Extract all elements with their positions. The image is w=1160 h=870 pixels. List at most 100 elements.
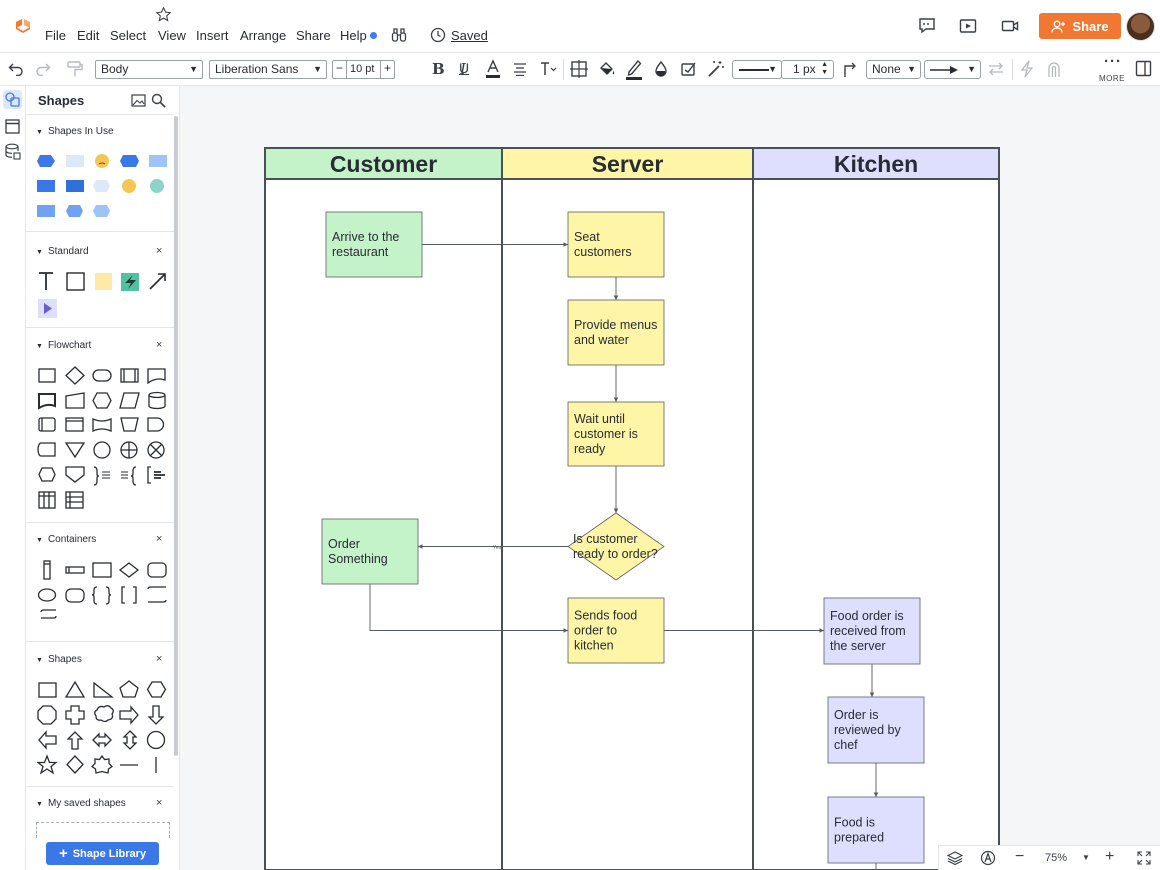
format-toolbar: Body ▼ Liberation Sans ▼ − 10 pt + B I U — [0, 52, 1160, 86]
section-header-my-saved-shapes[interactable]: ▼ My saved shapes — [36, 798, 126, 809]
process-node-wait[interactable]: Wait untilcustomer isready — [567, 401, 665, 467]
shapes-panel-icon[interactable] — [3, 90, 22, 109]
menu-arrange[interactable]: Arrange — [240, 28, 286, 43]
saved-shapes-dropzone[interactable] — [36, 822, 170, 838]
decrease-font-icon[interactable]: − — [336, 60, 343, 77]
increase-font-icon[interactable]: + — [384, 60, 391, 77]
font-size-stepper[interactable]: − 10 pt + — [332, 60, 395, 79]
app-logo-icon[interactable] — [13, 16, 33, 36]
process-node-prepared[interactable]: Food isprepared — [827, 796, 925, 864]
node-text-line: and water — [574, 333, 629, 347]
section-header-containers[interactable]: ▼ Containers — [36, 534, 96, 545]
more-dots-icon[interactable]: ··· — [1104, 53, 1122, 70]
text-color-icon[interactable] — [485, 59, 501, 79]
magic-wand-icon[interactable] — [706, 59, 726, 79]
chevron-down-icon: ▼ — [907, 64, 916, 74]
section-header-standard[interactable]: ▼ Standard — [36, 246, 89, 257]
fullscreen-icon[interactable] — [1136, 850, 1152, 866]
flowchart-shapes-grid[interactable] — [37, 366, 172, 516]
container-shapes-grid[interactable] — [37, 560, 172, 632]
section-header-flowchart[interactable]: ▼ Flowchart — [36, 340, 91, 351]
swap-arrows-icon[interactable] — [987, 62, 1005, 76]
saved-status-link[interactable]: Saved — [451, 28, 488, 43]
node-text-line: ready — [574, 442, 606, 456]
menu-file[interactable]: File — [45, 28, 66, 43]
zoom-dropdown-icon[interactable]: ▼ — [1082, 853, 1090, 862]
line-width-stepper[interactable]: 1 px ▲ ▼ — [781, 60, 834, 79]
bold-icon[interactable]: B — [432, 60, 445, 78]
lane-title-kitchen: Kitchen — [834, 151, 918, 177]
process-node-sends[interactable]: Sends foodorder tokitchen — [567, 597, 665, 664]
font-family-select[interactable]: Liberation Sans ▼ — [209, 60, 327, 79]
more-label[interactable]: MORE — [1099, 74, 1125, 83]
line-style-select[interactable]: ▼ — [732, 60, 782, 79]
menu-insert[interactable]: Insert — [196, 28, 229, 43]
zoom-in-button[interactable]: + — [1105, 848, 1114, 866]
section-header-shapes-in-use[interactable]: ▼ Shapes In Use — [36, 126, 114, 137]
text-style-select[interactable]: Body ▼ — [95, 60, 203, 79]
close-section-icon[interactable]: × — [156, 653, 162, 665]
line-end-select[interactable]: ▼ — [924, 60, 981, 79]
redo-icon[interactable] — [35, 62, 51, 76]
menu-edit[interactable]: Edit — [77, 28, 99, 43]
shapes-in-use-grid[interactable] — [36, 152, 171, 222]
fill-color-icon[interactable] — [597, 59, 617, 79]
process-node-menus[interactable]: Provide menusand water — [567, 299, 665, 366]
process-node-seat[interactable]: Seatcustomers — [567, 211, 665, 278]
stepper-arrows-icon[interactable]: ▲ ▼ — [821, 61, 828, 77]
format-painter-icon[interactable] — [66, 60, 84, 78]
text-options-icon[interactable] — [539, 61, 557, 77]
zoom-bar: − 75% ▼ + — [938, 845, 1160, 870]
comments-icon[interactable] — [918, 17, 936, 35]
section-header-shapes[interactable]: ▼ Shapes — [36, 654, 82, 665]
present-icon[interactable] — [959, 17, 977, 35]
process-node-received[interactable]: Food order isreceived fromthe server — [823, 597, 921, 665]
undo-icon[interactable] — [8, 62, 24, 76]
zoom-out-button[interactable]: − — [1015, 848, 1024, 866]
share-button[interactable]: Share — [1039, 13, 1121, 39]
search-icon[interactable] — [151, 93, 166, 108]
shadow-options-icon[interactable] — [680, 60, 698, 78]
user-avatar[interactable] — [1126, 12, 1155, 41]
border-style-icon[interactable] — [570, 60, 588, 78]
menu-view[interactable]: View — [158, 28, 186, 43]
navigation-compass-icon[interactable] — [980, 850, 996, 866]
process-node-order[interactable]: OrderSomething — [321, 518, 419, 585]
close-section-icon[interactable]: × — [156, 533, 162, 545]
align-text-icon[interactable] — [512, 62, 528, 76]
diagram-canvas[interactable]: Customer Server Kitchen Yes Arrive to th… — [180, 86, 1160, 870]
toolbar-separator — [563, 59, 564, 80]
layers-icon[interactable] — [947, 850, 963, 866]
panel-scrollbar[interactable] — [174, 116, 178, 756]
font-size-value[interactable]: 10 pt — [350, 61, 374, 78]
edge-label-yes[interactable]: Yes — [493, 545, 502, 551]
binoculars-icon[interactable] — [391, 27, 407, 43]
right-panel-toggle-icon[interactable] — [1135, 60, 1152, 77]
node-text-line: Something — [328, 552, 388, 566]
lightning-action-icon[interactable] — [1019, 60, 1035, 78]
zoom-level[interactable]: 75% — [1045, 852, 1067, 864]
menu-share[interactable]: Share — [296, 28, 331, 43]
shape-library-button[interactable]: + Shape Library — [46, 842, 159, 865]
connector-style-icon[interactable] — [842, 60, 858, 78]
star-icon[interactable] — [155, 6, 172, 23]
data-panel-icon[interactable] — [3, 142, 22, 161]
underline-letter-icon[interactable]: U — [459, 60, 469, 76]
close-section-icon[interactable]: × — [156, 245, 162, 257]
line-start-select[interactable]: None ▼ — [866, 60, 921, 79]
process-node-reviewed[interactable]: Order isreviewed bychef — [827, 696, 925, 764]
menu-select[interactable]: Select — [110, 28, 146, 43]
magnet-icon[interactable] — [1046, 60, 1062, 78]
pages-panel-icon[interactable] — [3, 117, 22, 136]
process-node-arrive[interactable]: Arrive to therestaurant — [325, 211, 423, 278]
clock-icon[interactable] — [430, 27, 446, 43]
standard-shapes-grid[interactable] — [37, 271, 172, 319]
close-section-icon[interactable]: × — [156, 339, 162, 351]
menu-help[interactable]: Help — [340, 28, 367, 43]
basic-shapes-grid[interactable] — [37, 680, 172, 780]
line-color-icon[interactable] — [625, 58, 643, 80]
close-section-icon[interactable]: × — [156, 797, 162, 809]
video-call-icon[interactable] — [1001, 17, 1019, 35]
opacity-icon[interactable] — [654, 60, 668, 78]
image-search-icon[interactable] — [131, 94, 146, 107]
